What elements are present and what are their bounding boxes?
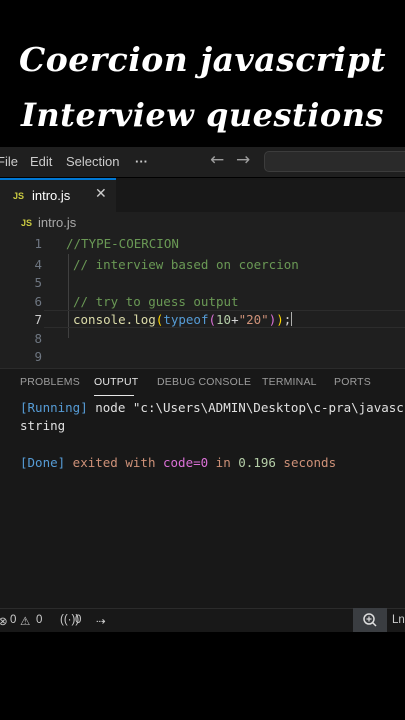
- elapsed-time: 0.196: [238, 455, 276, 470]
- line-number: 7: [34, 312, 42, 327]
- black-letterbox: [0, 632, 405, 720]
- tab-ports[interactable]: PORTS: [334, 376, 371, 388]
- code-number: 10: [216, 312, 232, 327]
- line-number: 1: [34, 236, 42, 251]
- error-count[interactable]: 0: [10, 614, 16, 626]
- code-function: console.log: [73, 312, 156, 327]
- breadcrumb-file[interactable]: intro.js: [38, 215, 76, 230]
- forward-arrow-icon[interactable]: →: [236, 150, 250, 170]
- line-number: 4: [34, 257, 42, 272]
- code-line[interactable]: 1 //TYPE-COERCION: [0, 236, 405, 254]
- close-icon[interactable]: ✕: [95, 186, 107, 202]
- running-command: node "c:\Users\ADMIN\Desktop\c-pra\javas…: [87, 400, 405, 415]
- code-keyword: typeof: [163, 312, 209, 327]
- command-center-search[interactable]: [264, 151, 405, 172]
- running-tag: [Running]: [20, 400, 88, 415]
- code-line[interactable]: 5: [0, 275, 405, 293]
- code-line-active[interactable]: 7 console.log(typeof(10+"20"));: [0, 312, 405, 330]
- error-icon[interactable]: ⊗: [0, 614, 8, 628]
- js-file-icon: JS: [13, 191, 25, 201]
- text-cursor: [291, 312, 293, 326]
- warning-icon[interactable]: ⚠: [20, 614, 30, 628]
- menu-edit[interactable]: Edit: [30, 154, 52, 169]
- output-done-line: [Done] exited with code=0 in 0.196 secon…: [20, 455, 336, 470]
- menu-file[interactable]: File: [0, 154, 18, 169]
- code-bracket: (: [208, 312, 217, 327]
- line-number: 6: [34, 294, 42, 309]
- ports-count[interactable]: 0: [75, 614, 81, 626]
- code-statement: console.log(typeof(10+"20"));: [73, 312, 293, 327]
- live-share-icon[interactable]: ⇢: [96, 614, 106, 628]
- exit-code: code=0: [163, 455, 209, 470]
- done-tag: [Done]: [20, 455, 66, 470]
- output-panel: PROBLEMS OUTPUT DEBUG CONSOLE TERMINAL P…: [0, 368, 405, 609]
- code-line[interactable]: 8: [0, 331, 405, 349]
- tab-output[interactable]: OUTPUT: [94, 376, 138, 388]
- line-column-indicator[interactable]: Ln: [392, 614, 405, 626]
- code-comment: // try to guess output: [73, 294, 239, 309]
- done-text: exited with: [65, 455, 163, 470]
- code-operator: +: [231, 312, 239, 327]
- line-number: 8: [34, 331, 42, 346]
- breadcrumb: JS intro.js: [0, 212, 405, 234]
- code-comment: //TYPE-COERCION: [66, 236, 179, 251]
- output-result: string: [20, 418, 66, 433]
- line-number: 5: [34, 275, 42, 290]
- tab-intro-js[interactable]: JS intro.js ✕: [0, 178, 116, 212]
- banner-title-line-2: Interview questions: [20, 96, 385, 134]
- code-string: "20": [238, 312, 269, 327]
- line-number: 9: [34, 349, 42, 364]
- status-bar: ⊗ 0 ⚠ 0 ((·)) 0 ⇢ Ln: [0, 608, 405, 633]
- code-line[interactable]: 9: [0, 349, 405, 367]
- tab-label: intro.js: [32, 188, 71, 203]
- code-semicolon: ;: [283, 312, 292, 327]
- back-arrow-icon[interactable]: ←: [210, 150, 224, 170]
- tab-problems[interactable]: PROBLEMS: [20, 376, 80, 388]
- tab-terminal[interactable]: TERMINAL: [262, 376, 317, 388]
- video-title-banner: Coercion javascript Interview questions: [0, 0, 405, 147]
- done-text: in: [208, 455, 239, 470]
- code-comment: // interview based on coercion: [73, 257, 299, 272]
- code-bracket: ): [276, 312, 284, 327]
- code-line[interactable]: 6 // try to guess output: [0, 294, 405, 312]
- editor-tab-bar: JS intro.js ✕: [0, 178, 405, 213]
- banner-title-line-1: Coercion javascript: [18, 40, 387, 79]
- done-text: seconds: [275, 455, 337, 470]
- zoom-button[interactable]: [353, 608, 387, 632]
- zoom-in-icon: [363, 613, 377, 627]
- code-line[interactable]: 4 // interview based on coercion: [0, 257, 405, 275]
- tab-debug-console[interactable]: DEBUG CONSOLE: [157, 376, 251, 388]
- warning-count[interactable]: 0: [36, 614, 42, 626]
- active-tab-indicator: [94, 395, 134, 396]
- menu-more[interactable]: ···: [135, 154, 148, 169]
- menu-selection[interactable]: Selection: [66, 154, 119, 169]
- js-file-icon: JS: [21, 218, 33, 228]
- output-running-line: [Running] node "c:\Users\ADMIN\Desktop\c…: [20, 400, 405, 415]
